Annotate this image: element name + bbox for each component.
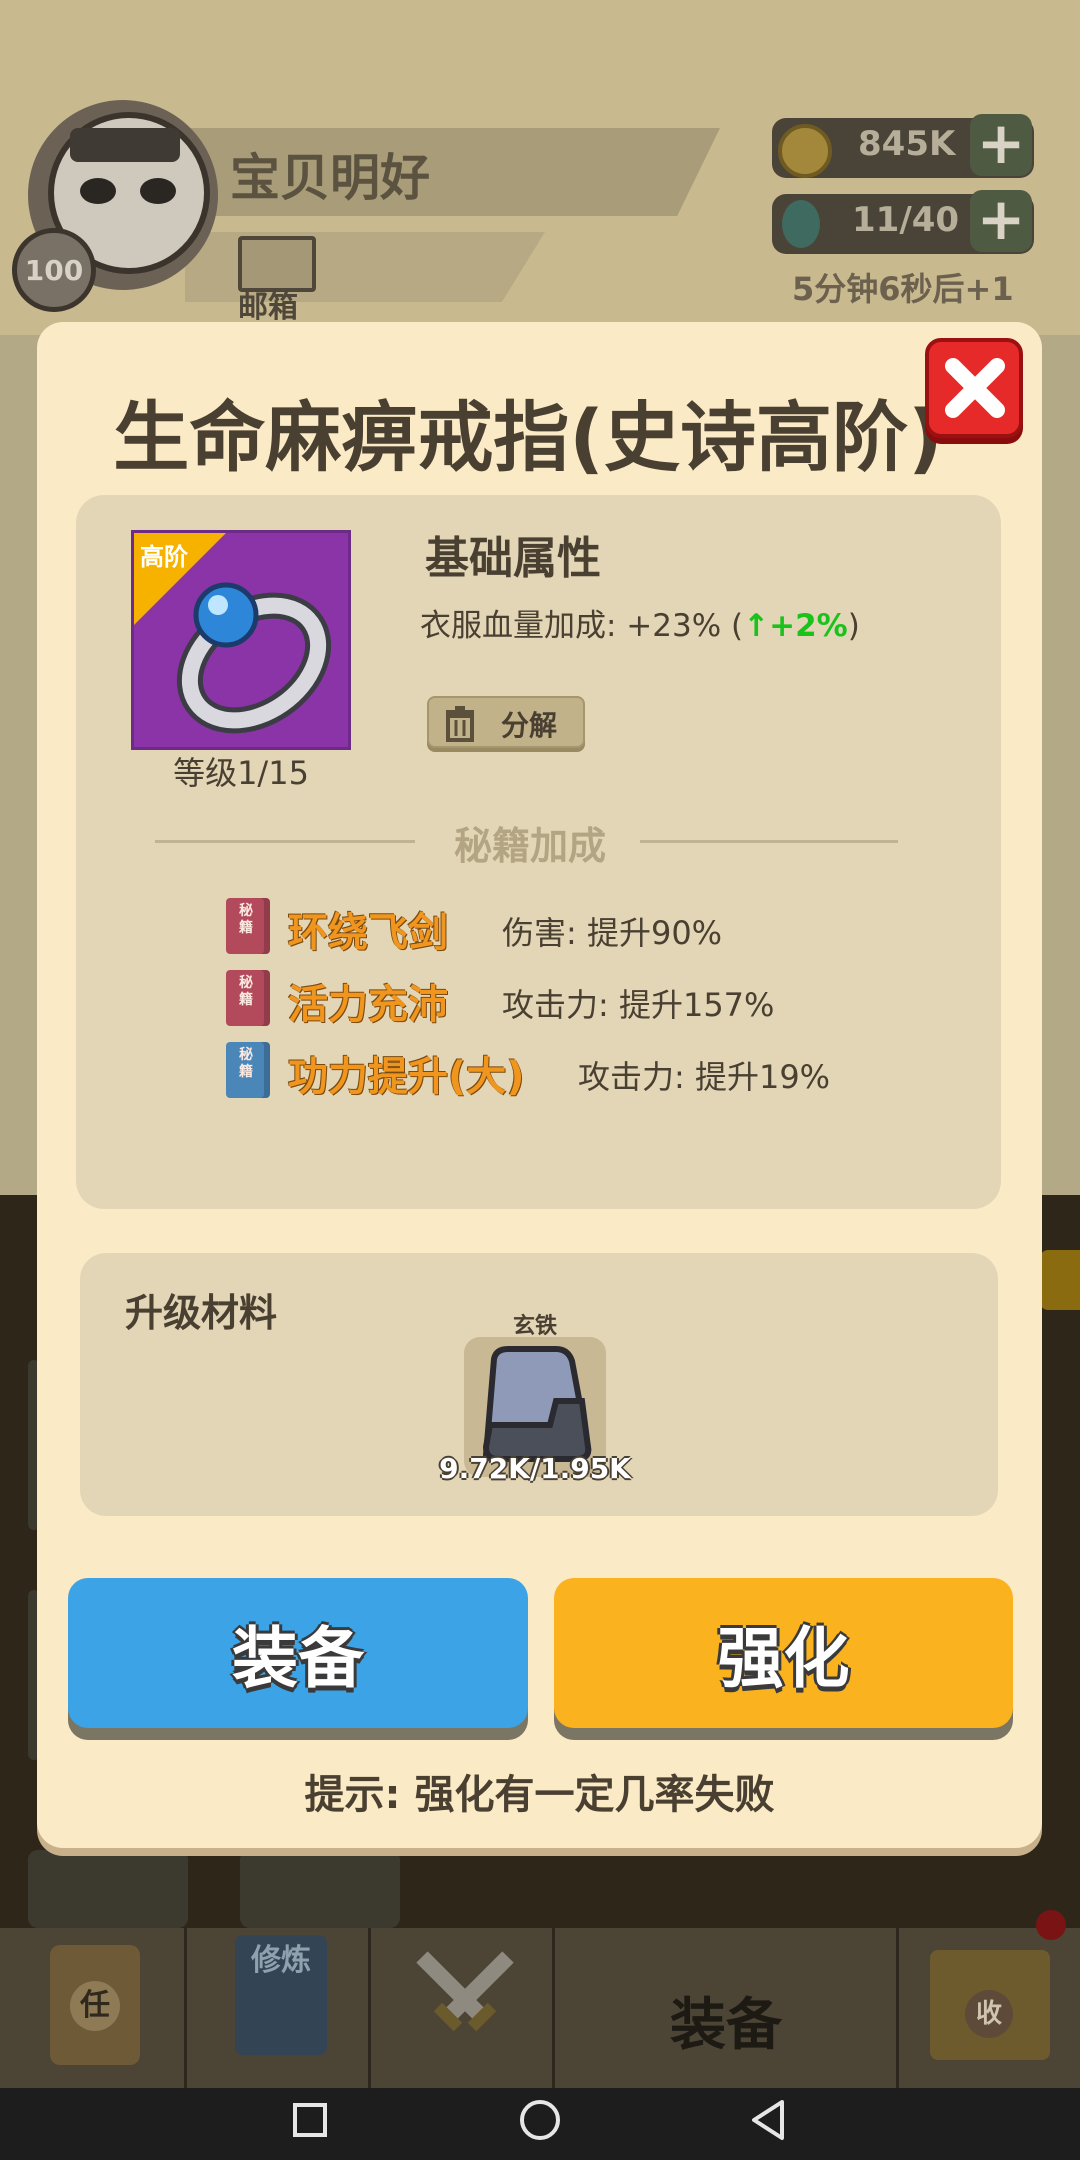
base-stat-close: ): [847, 608, 860, 644]
coin-count: 845K: [858, 124, 956, 164]
secret-effect: 攻击力: 提升19%: [578, 1058, 831, 1096]
circle-icon: [520, 2100, 560, 2140]
avatar-eye-left: [80, 178, 116, 204]
energy-timer: 5分钟6秒后+1: [792, 270, 1014, 308]
notification-dot: [1036, 1910, 1066, 1940]
close-button[interactable]: [925, 338, 1023, 438]
bg-side-tab: [1040, 1250, 1080, 1310]
player-name: 宝贝明好: [230, 149, 430, 207]
base-stat-up: ↑+2%: [743, 608, 848, 644]
modal-title: 生命麻痹戒指(史诗高阶): [113, 393, 943, 482]
secret-effect: 伤害: 提升90%: [502, 914, 723, 952]
coin-icon: [778, 124, 832, 178]
back-button[interactable]: [728, 2080, 808, 2160]
divider-left: [155, 840, 415, 843]
player-level-badge: 100: [12, 228, 96, 312]
decompose-button[interactable]: 分解: [427, 696, 585, 748]
secret-effect: 攻击力: 提升157%: [502, 986, 775, 1024]
base-attr-title: 基础属性: [425, 533, 601, 584]
mail-label[interactable]: 邮箱: [238, 282, 298, 326]
base-stat-text: 衣服血量加成: +23% (: [420, 608, 744, 644]
base-stat-line: 衣服血量加成: +23% (↑+2%): [420, 600, 860, 645]
secret-name: 活力充沛: [288, 982, 448, 1028]
energy-icon: [782, 200, 820, 248]
scroll-icon: 任: [50, 1945, 140, 2065]
equip-button[interactable]: 装备: [68, 1578, 528, 1728]
recent-apps-button[interactable]: [270, 2080, 350, 2160]
book-icon: 修炼: [235, 1935, 327, 2055]
material-name: 玄铁: [512, 1314, 557, 1339]
ring-icon: [176, 582, 332, 734]
bg-tile: [240, 1850, 400, 1928]
item-icon-frame[interactable]: 高阶: [131, 530, 351, 750]
add-coins-button[interactable]: +: [970, 114, 1032, 176]
secret-name: 环绕飞剑: [288, 910, 448, 956]
bg-tile: [28, 1850, 188, 1928]
enhance-button[interactable]: 强化: [554, 1578, 1013, 1728]
secret-name: 功力提升(大): [288, 1054, 525, 1100]
add-energy-button[interactable]: +: [970, 190, 1032, 252]
close-icon: [945, 358, 1005, 418]
square-icon: [293, 2103, 327, 2137]
secret-book-icon: 秘籍: [226, 1042, 270, 1098]
hint-text: 提示: 强化有一定几率失败: [304, 1772, 775, 1818]
energy-count: 11/40: [852, 200, 960, 240]
crossed-swords-icon: [416, 1951, 514, 2032]
secret-book-icon: 秘籍: [226, 970, 270, 1026]
nav-label-equipment: 装备: [670, 1993, 782, 2058]
materials-title: 升级材料: [125, 1291, 278, 1335]
trash-icon: [446, 706, 474, 742]
item-level: 等级1/15: [173, 754, 309, 792]
home-button[interactable]: [500, 2080, 580, 2160]
secret-bonus-title: 秘籍加成: [453, 824, 606, 868]
avatar-headband: [70, 128, 180, 162]
material-count: 9.72K/1.95K: [439, 1452, 631, 1485]
avatar-eye-right: [140, 178, 176, 204]
decompose-label: 分解: [501, 709, 558, 742]
triangle-back-icon: [752, 2100, 784, 2140]
collect-gate-icon: 收: [930, 1950, 1050, 2060]
divider-right: [640, 840, 898, 843]
secret-book-icon: 秘籍: [226, 898, 270, 954]
